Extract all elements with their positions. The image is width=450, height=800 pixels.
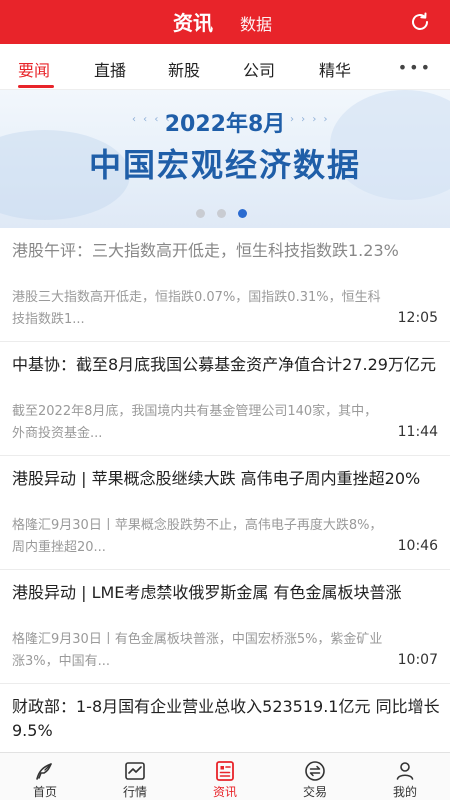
profile-icon xyxy=(396,762,414,780)
news-time: 10:46 xyxy=(397,538,438,554)
category-tab-live[interactable]: 直播 xyxy=(94,57,126,81)
news-item[interactable]: 中基协：截至8月底我国公募基金资产净值合计27.29万亿元 截至2022年8月底… xyxy=(0,342,450,456)
nav-trade[interactable]: 交易 xyxy=(270,753,360,800)
news-title: 港股异动 | LME考虑禁收俄罗斯金属 有色金属板块普涨 xyxy=(12,583,402,602)
bottom-navigation: 首页 行情 资讯 交易 我的 xyxy=(0,752,450,800)
banner-carousel[interactable]: ‹ ‹ ‹ ‹ 2022年8月 › › › › 中国宏观经济数据 xyxy=(0,90,450,228)
news-summary: 格隆汇9月30日丨有色金属板块普涨，中国宏桥涨5%，紫金矿业涨3%，中国有... xyxy=(12,632,383,669)
nav-market[interactable]: 行情 xyxy=(90,753,180,800)
market-chart-icon xyxy=(125,762,145,780)
decorative-chevrons-right: › › › › xyxy=(290,114,330,125)
news-title: 财政部：1-8月国有企业营业总收入523519.1亿元 同比增长9.5% xyxy=(12,697,440,740)
news-time: 12:05 xyxy=(397,310,438,326)
nav-label: 首页 xyxy=(32,785,57,799)
news-item[interactable]: 港股午评：三大指数高开低走，恒生科技指数跌1.23% 港股三大指数高开低走，恒指… xyxy=(0,228,450,342)
category-tab-featured[interactable]: 精华 xyxy=(319,57,351,81)
nav-label: 交易 xyxy=(302,785,327,799)
trade-exchange-icon xyxy=(305,761,325,781)
carousel-dot[interactable] xyxy=(217,209,226,218)
carousel-dot-active[interactable] xyxy=(238,209,247,218)
news-time: 11:44 xyxy=(397,424,438,440)
active-tab-indicator xyxy=(18,85,54,88)
news-title: 港股午评：三大指数高开低走，恒生科技指数跌1.23% xyxy=(12,241,399,260)
nav-label: 行情 xyxy=(122,785,147,799)
more-dots-icon[interactable]: ••• xyxy=(398,58,432,77)
news-item[interactable]: 港股异动 | LME考虑禁收俄罗斯金属 有色金属板块普涨 格隆汇9月30日丨有色… xyxy=(0,570,450,684)
nav-label: 资讯 xyxy=(212,785,237,799)
news-summary: 格隆汇9月30日丨苹果概念股跌势不止，高伟电子再度大跌8%，周内重挫超20... xyxy=(12,518,383,555)
tab-news[interactable]: 资讯 xyxy=(173,7,213,36)
news-summary: 港股三大指数高开低走，恒指跌0.07%，国指跌0.31%，恒生科技指数跌1... xyxy=(12,290,381,327)
refresh-icon[interactable] xyxy=(408,10,432,34)
banner-year: 2022年8月 xyxy=(164,112,286,137)
top-header: 资讯 数据 xyxy=(0,0,450,44)
category-tabs: 要闻 直播 新股 公司 精华 ••• xyxy=(0,44,450,90)
news-item[interactable]: 港股异动 | 苹果概念股继续大跌 高伟电子周内重挫超20% 格隆汇9月30日丨苹… xyxy=(0,456,450,570)
tab-data[interactable]: 数据 xyxy=(240,11,272,35)
nav-profile[interactable]: 我的 xyxy=(360,753,450,800)
home-icon xyxy=(36,763,52,780)
category-tab-headlines[interactable]: 要闻 xyxy=(18,57,50,81)
news-item[interactable]: 财政部：1-8月国有企业营业总收入523519.1亿元 同比增长9.5% xyxy=(0,684,450,752)
category-tab-ipo[interactable]: 新股 xyxy=(168,57,200,81)
carousel-dot[interactable] xyxy=(196,209,205,218)
news-time: 10:07 xyxy=(397,652,438,668)
banner-title: 中国宏观经济数据 xyxy=(88,146,361,184)
nav-label: 我的 xyxy=(392,785,417,799)
nav-home[interactable]: 首页 xyxy=(0,753,90,800)
category-tab-company[interactable]: 公司 xyxy=(243,57,275,81)
nav-news[interactable]: 资讯 xyxy=(180,753,270,800)
news-title: 中基协：截至8月底我国公募基金资产净值合计27.29万亿元 xyxy=(12,355,436,374)
news-icon xyxy=(216,761,234,781)
news-summary: 截至2022年8月底，我国境内共有基金管理公司140家，其中，外商投资基金... xyxy=(12,404,378,441)
news-title: 港股异动 | 苹果概念股继续大跌 高伟电子周内重挫超20% xyxy=(12,469,421,488)
